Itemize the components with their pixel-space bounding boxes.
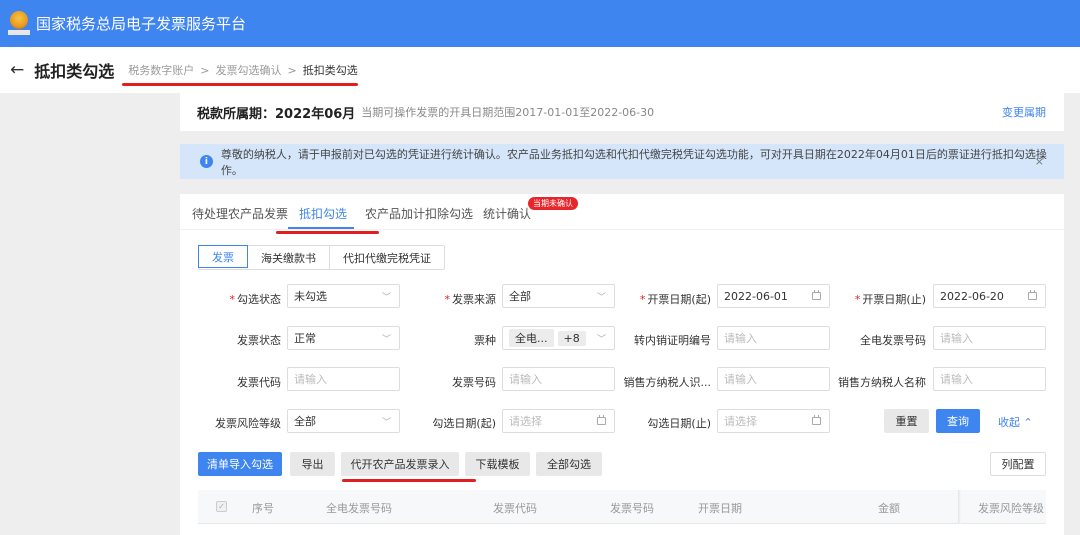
top-bar: 国家税务总局电子发票服务平台 [0,0,1080,47]
agri-invoice-entry-button[interactable]: 代开农产品发票录入 [341,452,459,476]
column-header-risk-level[interactable]: 发票风险等级 [978,500,1044,516]
invoice-status-label: 发票状态 [237,334,281,347]
issue-date-end-label: * 开票日期(止) [854,293,926,306]
tab-bar: 待处理农产品发票 抵扣勾选 农产品加计扣除勾选 统计确认 当期未确认 [180,194,1064,230]
breadcrumb-item-current: 抵扣类勾选 [302,64,358,77]
chevron-down-icon: ﹀ [596,292,606,303]
tab-pending-agri-invoices[interactable]: 待处理农产品发票 [192,205,288,222]
column-header-full-elec-no[interactable]: 全电发票号码 [326,500,392,516]
page-title: 抵扣类勾选 [34,62,115,81]
main-panel: 待处理农产品发票 抵扣勾选 农产品加计扣除勾选 统计确认 当期未确认 发票 海关… [180,194,1064,535]
invoice-code-input[interactable]: 请输入 [287,367,400,391]
notice-banner: i 尊敬的纳税人，请于申报前对已勾选的凭证进行统计确认。农产品业务抵扣勾选和代扣… [180,144,1064,179]
tax-period-label: 税款所属期： [197,106,276,122]
calendar-icon [812,290,821,300]
column-header-issue-date[interactable]: 开票日期 [698,500,742,516]
app-title: 国家税务总局电子发票服务平台 [36,15,247,33]
invoice-no-label: 发票号码 [452,376,496,389]
calendar-icon [1028,290,1037,300]
column-header-amount[interactable]: 金额 [878,500,900,516]
query-button[interactable]: 查询 [936,409,980,433]
risk-level-dropdown[interactable]: 全部 ﹀ [287,409,400,433]
risk-level-label: 发票风险等级 [215,417,281,430]
invoice-type-chip: 全电... [509,329,554,347]
seller-tax-id-input[interactable]: 请输入 [717,367,830,391]
seller-name-input[interactable]: 请输入 [933,367,1046,391]
table-header: ✓ 序号 全电发票号码 发票代码 发票号码 开票日期 金额 发票风险等级 [198,490,1046,524]
column-config-button[interactable]: 列配置 [990,452,1046,476]
fixed-column-shadow [958,490,961,524]
chevron-down-icon: ﹀ [381,417,391,428]
close-icon[interactable]: × [1035,155,1044,168]
tab-deduction-select[interactable]: 抵扣勾选 [299,205,347,222]
export-button[interactable]: 导出 [290,452,335,476]
invoice-status-dropdown[interactable]: 正常 ﹀ [287,326,400,350]
issue-date-end-picker[interactable]: 2022-06-20 [933,284,1046,308]
reset-button[interactable]: 重置 [884,409,929,433]
chevron-down-icon: ﹀ [381,334,391,345]
select-all-button[interactable]: 全部勾选 [536,452,602,476]
download-template-button[interactable]: 下载模板 [465,452,530,476]
calendar-icon [597,415,606,425]
list-import-select-button[interactable]: 清单导入勾选 [198,452,282,476]
seller-name-label: 销售方纳税人名称 [838,376,926,389]
annotation-underline-agri-entry [342,479,476,482]
invoice-source-dropdown[interactable]: 全部 ﹀ [502,284,615,308]
select-status-dropdown[interactable]: 未勾选 ﹀ [287,284,400,308]
column-header-index: 序号 [252,502,274,515]
segment-customs-payment[interactable]: 海关缴款书 [248,246,330,269]
notice-text: 尊敬的纳税人，请于申报前对已勾选的凭证进行统计确认。农产品业务抵扣勾选和代扣代缴… [220,147,1047,177]
tax-period-value: 2022年06月 [275,106,356,122]
active-tab-indicator [288,227,354,229]
invoice-no-input[interactable]: 请输入 [502,367,615,391]
collapse-filters-link[interactable]: 收起 ⌃ [998,414,1033,430]
chevron-up-icon: ⌃ [1023,416,1033,429]
select-status-label: * 勾选状态 [229,293,282,306]
tax-period-bar: 税款所属期： 2022年06月 当期可操作发票的开具日期范围2017-01-01… [180,93,1064,131]
full-elec-no-input[interactable]: 请输入 [933,326,1046,350]
breadcrumb-separator-icon: > [200,63,210,77]
invoice-source-label: * 发票来源 [444,293,497,306]
document-type-switch: 发票 海关缴款书 代扣代缴完税凭证 [198,245,445,270]
calendar-icon [812,415,821,425]
column-header-invoice-no[interactable]: 发票号码 [610,500,654,516]
date-range-hint: 当期可操作发票的开具日期范围2017-01-01至2022-06-30 [361,106,655,119]
breadcrumb-item-tax-account[interactable]: 税务数字账户 [128,62,194,78]
full-elec-no-label: 全电发票号码 [860,334,926,347]
invoice-type-more-chip: +8 [557,330,586,346]
chevron-down-icon: ﹀ [596,334,606,345]
page-header: ← 抵扣类勾选 税务数字账户 > 发票勾选确认 > 抵扣类勾选 [0,47,1080,93]
transfer-cert-no-input[interactable]: 请输入 [717,326,830,350]
column-header-invoice-code[interactable]: 发票代码 [493,500,537,516]
select-all-checkbox[interactable]: ✓ [216,501,227,512]
select-date-end-label: 勾选日期(止) [647,417,711,430]
invoice-type-multiselect[interactable]: 全电... +8 ﹀ [502,326,615,350]
breadcrumb-separator-icon: > [287,63,297,77]
tab-agri-extra-deduction[interactable]: 农产品加计扣除勾选 [365,205,473,222]
tax-emblem-logo [8,10,30,37]
select-date-end-picker[interactable]: 请选择 [717,409,830,433]
chevron-down-icon: ﹀ [381,292,391,303]
info-icon: i [200,155,213,168]
invoice-code-label: 发票代码 [237,376,281,389]
annotation-underline-breadcrumb [122,83,358,86]
issue-date-start-picker[interactable]: 2022-06-01 [717,284,830,308]
segment-invoice[interactable]: 发票 [198,245,248,268]
tab-statistics-confirm[interactable]: 统计确认 [483,205,531,222]
annotation-underline-tab [276,231,379,234]
select-date-start-label: 勾选日期(起) [432,417,496,430]
segment-withholding-certificate[interactable]: 代扣代缴完税凭证 [330,246,444,269]
back-arrow-icon[interactable]: ← [10,60,24,80]
transfer-cert-no-label: 转内销证明编号 [634,334,711,347]
unconfirmed-badge: 当期未确认 [528,197,578,210]
breadcrumb: 税务数字账户 > 发票勾选确认 > 抵扣类勾选 [128,62,357,78]
invoice-type-label: 票种 [474,334,496,347]
change-period-link[interactable]: 变更属期 [1002,104,1046,120]
seller-tax-id-label: 销售方纳税人识... [623,376,712,389]
breadcrumb-item-invoice-confirm[interactable]: 发票勾选确认 [215,62,281,78]
select-date-start-picker[interactable]: 请选择 [502,409,615,433]
issue-date-start-label: * 开票日期(起) [639,293,711,306]
